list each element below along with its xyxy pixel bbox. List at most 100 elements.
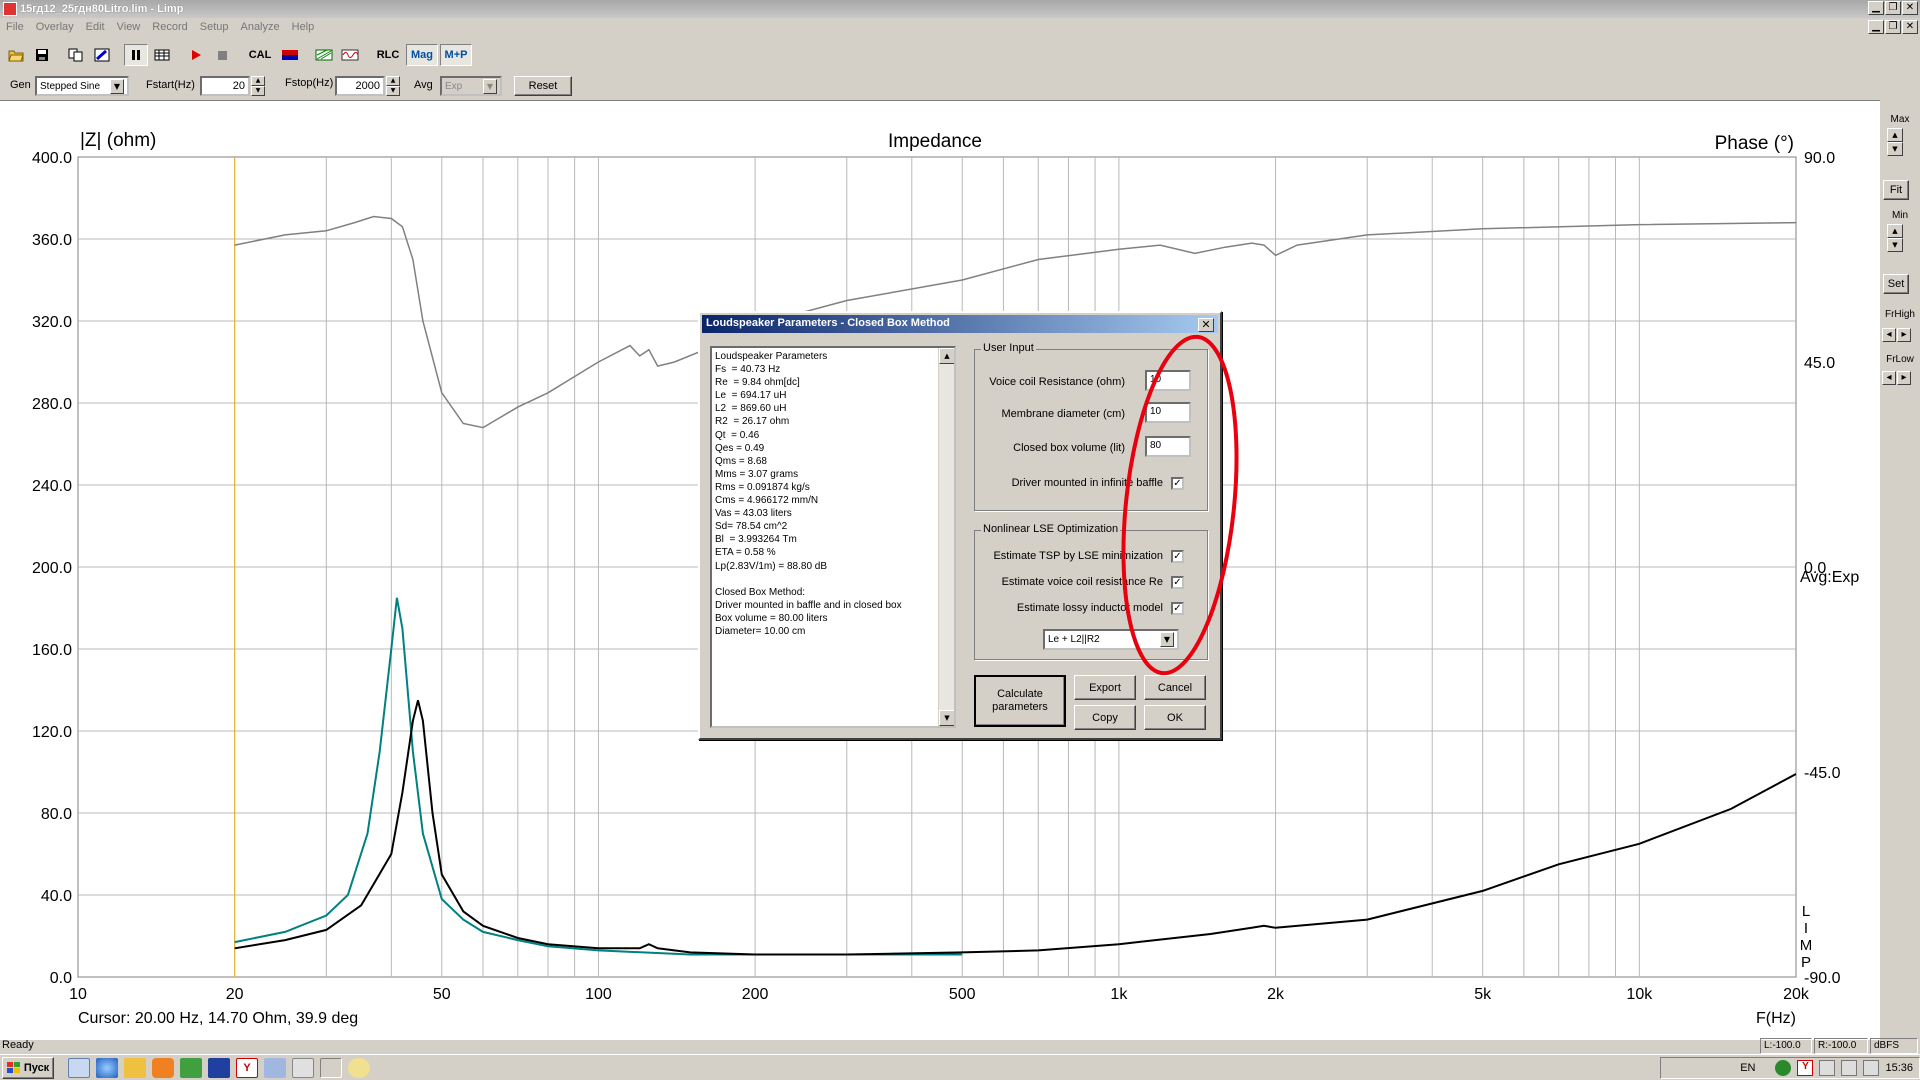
- result-line: Le = 694.17 uH: [715, 390, 787, 402]
- pause-icon[interactable]: [124, 44, 148, 66]
- calculate-parameters-button[interactable]: Calculate parameters: [974, 675, 1066, 727]
- y-tick-label: 320.0: [32, 314, 72, 331]
- open-folder-icon[interactable]: [4, 44, 28, 66]
- rlc-button[interactable]: RLC: [372, 44, 404, 66]
- window-title: 15гд12_25гдн80Litro.lim - Limp: [20, 3, 184, 15]
- set-button[interactable]: Set: [1883, 274, 1909, 294]
- clock[interactable]: 15:36: [1885, 1062, 1913, 1074]
- limp-taskbar-icon[interactable]: [320, 1057, 342, 1078]
- fstop-input[interactable]: 2000: [335, 76, 385, 96]
- cd-icon[interactable]: [348, 1057, 370, 1078]
- highlight-ellipse: [1121, 334, 1239, 676]
- fstart-label: Fstart(Hz): [146, 79, 195, 91]
- record-play-icon[interactable]: [184, 44, 208, 66]
- menu-help[interactable]: Help: [286, 19, 321, 37]
- limp-letter: P: [1801, 954, 1811, 971]
- restore-button[interactable]: ❐: [1885, 1, 1901, 15]
- mdi-minimize-button[interactable]: ▁: [1868, 20, 1884, 34]
- tray-yandex-icon[interactable]: Y: [1797, 1060, 1814, 1076]
- close-button[interactable]: ✕: [1902, 1, 1918, 15]
- mag-label: Mag: [411, 49, 433, 61]
- result-line: Re = 9.84 ohm[dc]: [715, 377, 800, 389]
- menu-record[interactable]: Record: [146, 19, 193, 37]
- language-indicator[interactable]: EN: [1740, 1062, 1755, 1074]
- result-line: Rms = 0.091874 kg/s: [715, 481, 810, 493]
- tray-monitor-icon[interactable]: [1819, 1060, 1836, 1076]
- result-line: Fs = 40.73 Hz: [715, 364, 781, 376]
- show-desktop-icon[interactable]: [68, 1057, 90, 1078]
- result-line: ETA = 0.58 %: [715, 547, 776, 559]
- save-icon[interactable]: [30, 44, 54, 66]
- scroll-up-icon[interactable]: ▲: [939, 348, 954, 364]
- start-button[interactable]: Пуск: [2, 1056, 54, 1079]
- result-line: L2 = 869.60 uH: [715, 403, 787, 415]
- limp-letter: L: [1802, 903, 1810, 920]
- result-line: Bl = 3.993264 Tm: [715, 534, 797, 546]
- fstop-spinner[interactable]: ▲ ▼: [386, 76, 400, 96]
- mdi-restore-button[interactable]: ❐: [1885, 20, 1901, 34]
- mdi-close-button[interactable]: ✕: [1902, 20, 1918, 34]
- menu-setup[interactable]: Setup: [194, 19, 235, 37]
- results-text-area[interactable]: Loudspeaker Parameters Fs = 40.73 Hz Re = …: [710, 346, 956, 728]
- x-tick-label: 100: [585, 986, 612, 1003]
- min-spinner[interactable]: ▲ ▼: [1887, 224, 1903, 252]
- status-left-level: L:-100.0: [1760, 1038, 1812, 1054]
- minimize-button[interactable]: ▁: [1868, 1, 1884, 15]
- frlow-right-icon[interactable]: ▸: [1897, 371, 1911, 385]
- ok-button[interactable]: OK: [1144, 705, 1206, 730]
- frhigh-left-icon[interactable]: ◂: [1882, 328, 1896, 342]
- media-player-icon[interactable]: [152, 1057, 174, 1078]
- cal-button[interactable]: CAL: [244, 44, 276, 66]
- yandex-icon[interactable]: Y: [236, 1057, 258, 1078]
- y-tick-label: 80.0: [41, 806, 72, 823]
- menu-bar: File Overlay Edit View Record Setup Anal…: [0, 19, 1920, 37]
- frhigh-right-icon[interactable]: ▸: [1897, 328, 1911, 342]
- inductor-model-value: Le + L2||R2: [1048, 634, 1100, 645]
- fstart-spinner[interactable]: ▲ ▼: [251, 76, 265, 96]
- frlow-spinner[interactable]: ◂ ▸: [1882, 371, 1911, 385]
- menu-overlay[interactable]: Overlay: [30, 19, 80, 37]
- menu-edit[interactable]: Edit: [80, 19, 111, 37]
- cursor-icon[interactable]: [90, 44, 114, 66]
- waterfall-icon[interactable]: [312, 44, 336, 66]
- gen-select[interactable]: Stepped Sine ▼: [35, 76, 129, 96]
- network-icon[interactable]: [264, 1057, 286, 1078]
- y-tick-label: 240.0: [32, 478, 72, 495]
- y2-tick-label: 45.0: [1804, 355, 1835, 372]
- copy-icon[interactable]: [64, 44, 88, 66]
- scroll-down-icon[interactable]: ▼: [939, 710, 954, 726]
- fit-button[interactable]: Fit: [1883, 180, 1909, 200]
- result-line: R2 = 26.17 ohm: [715, 416, 790, 428]
- app-launcher-icon[interactable]: [180, 1057, 202, 1078]
- result-line: Mms = 3.07 grams: [715, 468, 799, 480]
- frhigh-spinner[interactable]: ◂ ▸: [1882, 328, 1911, 342]
- table-icon[interactable]: [150, 44, 174, 66]
- avg-select[interactable]: Exp ▼: [440, 76, 502, 96]
- limp-letter: M: [1800, 937, 1813, 954]
- folder-icon[interactable]: [124, 1057, 146, 1078]
- tray-volume-icon[interactable]: [1841, 1060, 1858, 1076]
- desktop-app-icon[interactable]: [292, 1057, 314, 1078]
- mag-phase-button[interactable]: M+P: [440, 44, 472, 66]
- menu-analyze[interactable]: Analyze: [234, 19, 285, 37]
- fstart-input[interactable]: 20: [200, 76, 250, 96]
- browser-icon[interactable]: [96, 1057, 118, 1078]
- reset-button[interactable]: Reset: [514, 76, 572, 96]
- x-tick-label: 1k: [1110, 986, 1128, 1003]
- bar-chart-icon[interactable]: [278, 44, 302, 66]
- menu-view[interactable]: View: [111, 19, 147, 37]
- y2-axis-label: Phase (°): [1715, 133, 1794, 154]
- fstop-label: Fstop(Hz): [285, 77, 334, 89]
- results-scrollbar[interactable]: ▲ ▼: [938, 348, 954, 726]
- save-app-icon[interactable]: [208, 1057, 230, 1078]
- max-spinner[interactable]: ▲ ▼: [1887, 128, 1903, 156]
- box-volume-label: Closed box volume (lit): [1013, 442, 1125, 454]
- tray-app-icon[interactable]: [1775, 1060, 1792, 1076]
- frlow-left-icon[interactable]: ◂: [1882, 371, 1896, 385]
- tray-network-icon[interactable]: [1863, 1060, 1880, 1076]
- waveform-icon[interactable]: [338, 44, 362, 66]
- mag-button[interactable]: Mag: [406, 44, 438, 66]
- menu-file[interactable]: File: [0, 19, 30, 37]
- stop-icon[interactable]: [210, 44, 234, 66]
- copy-button[interactable]: Copy: [1074, 705, 1136, 730]
